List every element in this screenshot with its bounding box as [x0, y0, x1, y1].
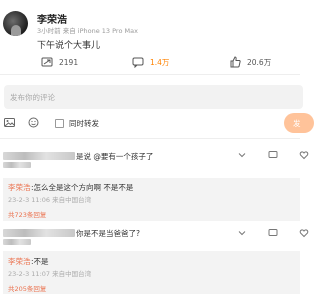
like-count: 20.6万: [247, 57, 272, 67]
author-avatar[interactable]: [3, 11, 28, 36]
comment-text: 你是不是当爸爸了?: [76, 229, 140, 238]
repost-toggle-label: 同时转发: [69, 119, 99, 128]
comment-actions: [237, 150, 309, 160]
comment-button[interactable]: 1.4万: [132, 55, 169, 69]
emoji-button[interactable]: [28, 117, 39, 128]
repost-icon: [41, 57, 53, 67]
comment-icon[interactable]: [268, 150, 278, 160]
reply-thread[interactable]: 李荣浩 :不是 23-2-3 11:07 来自中国台湾 共205条回复: [3, 251, 300, 294]
chevron-icon[interactable]: [237, 150, 247, 160]
reply-meta: 23-2-3 11:06 来自中国台湾: [8, 196, 92, 204]
send-button[interactable]: 发: [284, 113, 314, 133]
emoji-icon: [28, 117, 39, 128]
reply-author[interactable]: 李荣浩: [8, 256, 31, 267]
comment-input-box[interactable]: [4, 85, 303, 110]
post-header: 李荣浩 3小时前 来自 iPhone 13 Pro Max 下午说个大事儿: [0, 0, 300, 52]
reply-text: :不是: [31, 257, 49, 266]
heart-icon[interactable]: [299, 228, 309, 238]
comment-input[interactable]: [4, 85, 303, 110]
blurred-comment-author: [3, 229, 75, 237]
repost-count: 2191: [59, 57, 79, 67]
blurred-comment-meta: [3, 239, 31, 245]
divider: [0, 138, 300, 139]
image-icon: [4, 118, 15, 127]
author-name[interactable]: 李荣浩: [37, 11, 67, 26]
comment-actions: [237, 228, 309, 238]
reply-count-link[interactable]: 共205条回复: [8, 283, 46, 293]
repost-toggle[interactable]: 同时转发: [55, 118, 99, 129]
reply-count-link[interactable]: 共723条回复: [8, 209, 46, 219]
image-button[interactable]: [4, 117, 15, 128]
comment-icon[interactable]: [268, 228, 278, 238]
reply-meta: 23-2-3 11:07 来自中国台湾: [8, 270, 92, 278]
blurred-comment-author: [3, 152, 75, 160]
reply-text: :怎么全是这个方向啊 不是不是: [31, 183, 134, 192]
reply-author[interactable]: 李荣浩: [8, 182, 31, 193]
heart-icon[interactable]: [299, 150, 309, 160]
comment-count: 1.4万: [150, 57, 170, 67]
repost-checkbox[interactable]: [55, 119, 64, 128]
send-button-label: 发: [293, 118, 301, 128]
reply-thread[interactable]: 李荣浩 :怎么全是这个方向啊 不是不是 23-2-3 11:06 来自中国台湾 …: [3, 178, 300, 221]
comment-icon: [132, 57, 144, 68]
chevron-icon[interactable]: [237, 228, 247, 238]
composer-tools: 同时转发: [0, 113, 300, 133]
post-meta: 3小时前 来自 iPhone 13 Pro Max: [37, 27, 138, 35]
repost-button[interactable]: 2191: [41, 55, 78, 69]
divider: [0, 74, 300, 75]
post-text: 下午说个大事儿: [37, 41, 101, 51]
like-icon: [230, 56, 241, 68]
like-button[interactable]: 20.6万: [229, 55, 271, 69]
action-bar: 2191 1.4万 20.6万: [0, 55, 300, 69]
blurred-comment-meta: [3, 162, 31, 168]
comment-text: 是说 @要有一个孩子了: [76, 152, 154, 161]
